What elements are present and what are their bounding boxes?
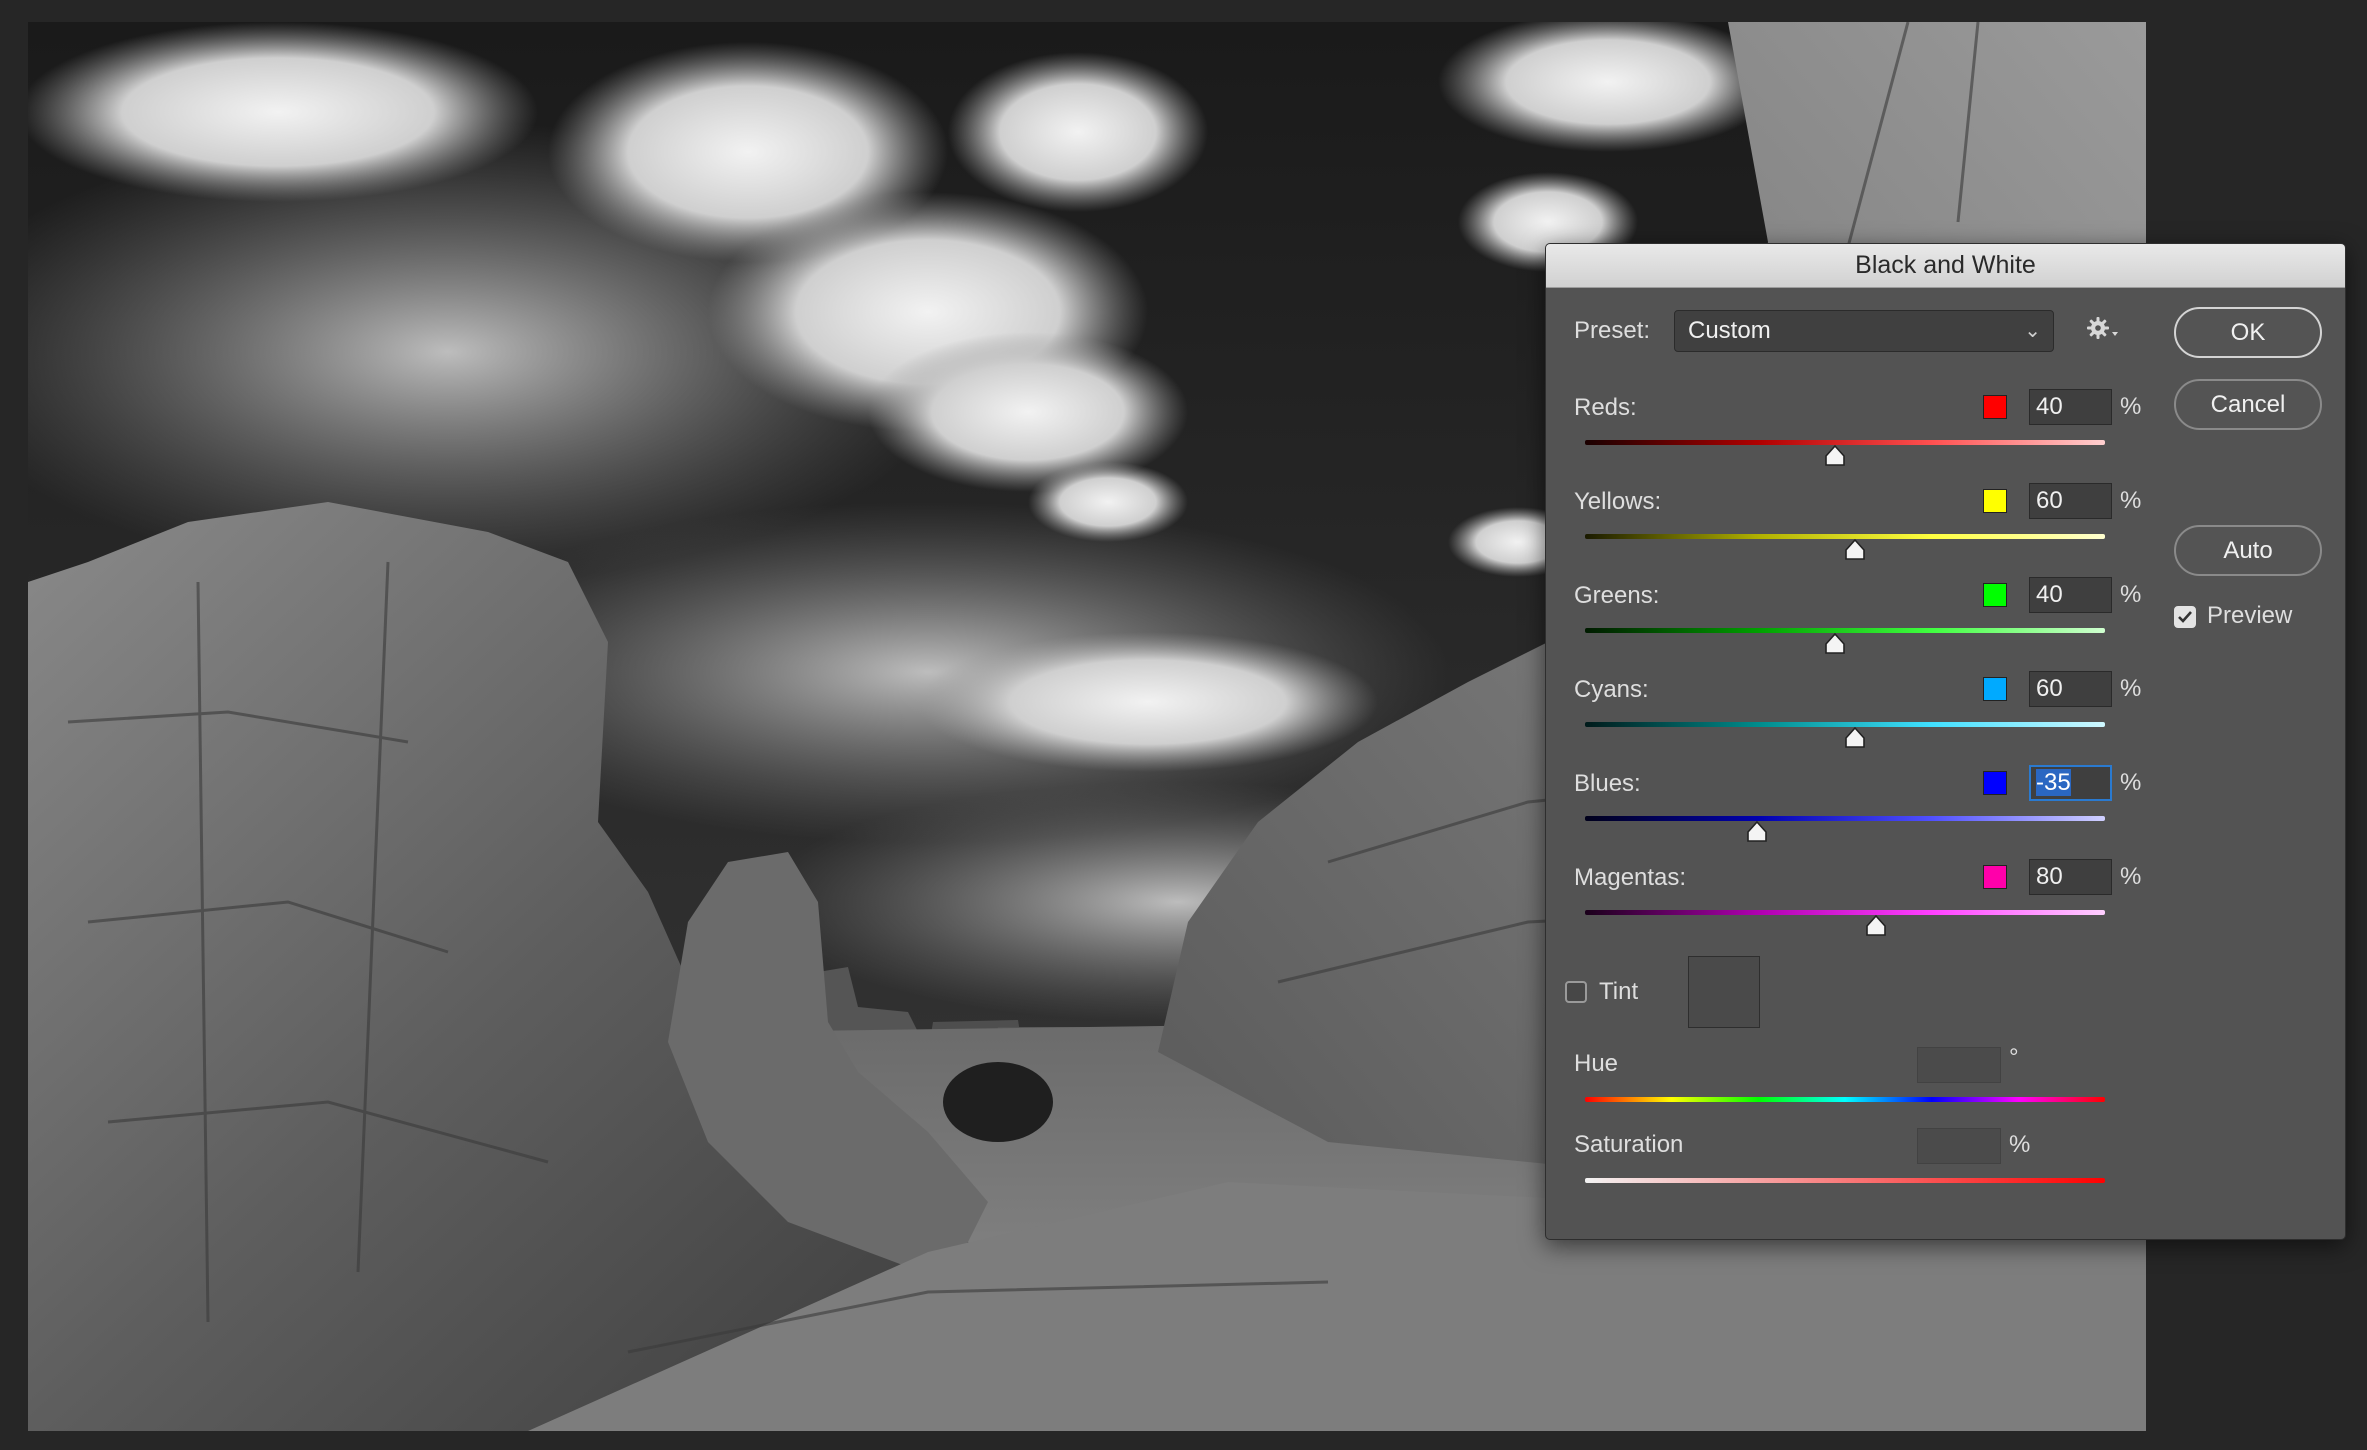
blues-percent-unit: % (2120, 769, 2142, 796)
cyans-color-swatch (1983, 677, 2007, 701)
auto-button[interactable]: Auto (2174, 525, 2322, 576)
greens-label: Greens: (1574, 582, 1660, 609)
yellows-percent-unit: % (2120, 487, 2142, 514)
yellows-value: 60 (2036, 487, 2063, 514)
ok-button[interactable]: OK (2174, 307, 2322, 358)
magentas-slider-track[interactable] (1585, 910, 2105, 915)
reds-value-field[interactable]: 40 (2029, 389, 2112, 425)
magentas-value-field[interactable]: 80 (2029, 859, 2112, 895)
magentas-slider-thumb[interactable] (1865, 915, 1887, 937)
cyans-percent-unit: % (2120, 675, 2142, 702)
greens-percent-unit: % (2120, 581, 2142, 608)
reds-slider-thumb[interactable] (1824, 445, 1846, 467)
dialog-title[interactable]: Black and White (1546, 244, 2345, 288)
greens-value: 40 (2036, 581, 2063, 608)
yellows-label: Yellows: (1574, 488, 1662, 515)
cancel-button[interactable]: Cancel (2174, 379, 2322, 430)
preview-label: Preview (2207, 602, 2293, 629)
blues-slider-track[interactable] (1585, 816, 2105, 821)
preview-checkbox[interactable] (2174, 606, 2196, 628)
cyans-slider-thumb[interactable] (1844, 727, 1866, 749)
checkmark-icon (2178, 611, 2192, 623)
saturation-label: Saturation (1574, 1131, 1684, 1158)
blues-value: -35 (2036, 769, 2071, 796)
preset-dropdown[interactable]: Custom ⌄ (1674, 310, 2054, 352)
hue-field[interactable] (1917, 1047, 2001, 1083)
saturation-slider-track[interactable] (1585, 1178, 2105, 1183)
cyans-label: Cyans: (1574, 676, 1649, 703)
preset-label: Preset: (1574, 317, 1651, 344)
cyans-value-field[interactable]: 60 (2029, 671, 2112, 707)
magentas-label: Magentas: (1574, 864, 1687, 891)
yellows-color-swatch (1983, 489, 2007, 513)
reds-color-swatch (1983, 395, 2007, 419)
yellows-slider-thumb[interactable] (1844, 539, 1866, 561)
greens-color-swatch (1983, 583, 2007, 607)
magentas-percent-unit: % (2120, 863, 2142, 890)
greens-value-field[interactable]: 40 (2029, 577, 2112, 613)
magentas-color-swatch (1983, 865, 2007, 889)
preset-value: Custom (1688, 317, 1771, 344)
blues-color-swatch (1983, 771, 2007, 795)
hue-label: Hue (1574, 1050, 1619, 1077)
reds-percent-unit: % (2120, 393, 2142, 420)
hue-unit: ° (2009, 1044, 2019, 1071)
blues-slider-thumb[interactable] (1746, 821, 1768, 843)
gear-icon[interactable] (2083, 312, 2119, 348)
cyans-value: 60 (2036, 675, 2063, 702)
greens-slider-thumb[interactable] (1824, 633, 1846, 655)
magentas-value: 80 (2036, 863, 2063, 890)
chevron-down-icon: ⌄ (2024, 320, 2041, 342)
tint-checkbox[interactable] (1565, 981, 1587, 1003)
reds-label: Reds: (1574, 394, 1637, 421)
tint-color-swatch[interactable] (1688, 956, 1760, 1028)
blues-label: Blues: (1574, 770, 1641, 797)
blues-value-field[interactable]: -35 (2029, 765, 2112, 801)
saturation-field[interactable] (1917, 1128, 2001, 1164)
tint-label: Tint (1599, 978, 1639, 1005)
saturation-unit: % (2009, 1131, 2031, 1158)
black-and-white-dialog: Black and White Preset: Custom ⌄ OK Canc… (1545, 243, 2346, 1240)
reds-value: 40 (2036, 393, 2063, 420)
hue-slider-track[interactable] (1585, 1097, 2105, 1102)
yellows-value-field[interactable]: 60 (2029, 483, 2112, 519)
